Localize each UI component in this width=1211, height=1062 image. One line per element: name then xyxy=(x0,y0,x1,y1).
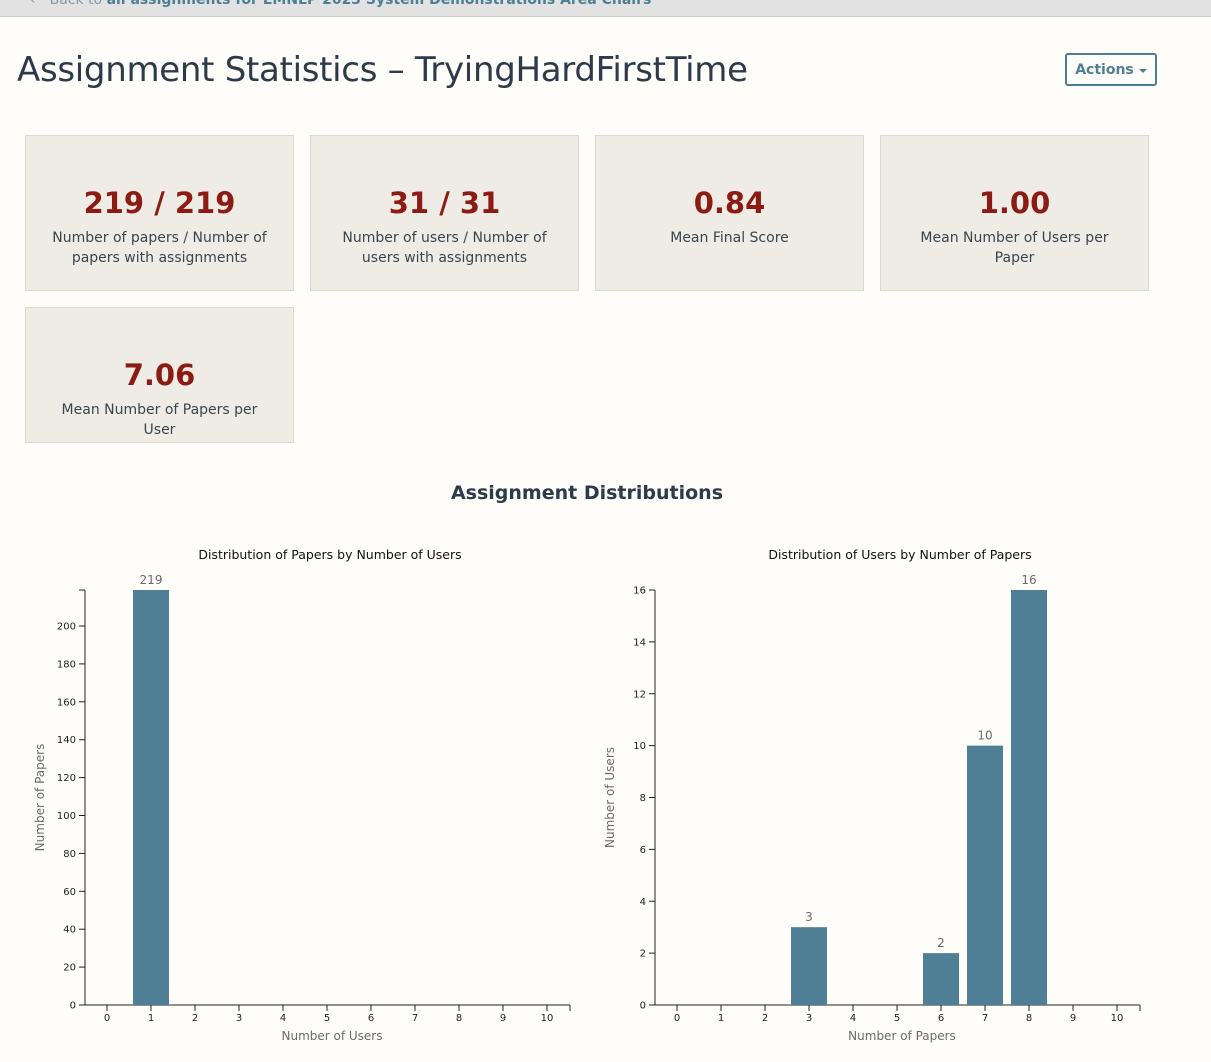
x-tick-label: 3 xyxy=(806,1013,812,1024)
x-tick-label: 3 xyxy=(236,1013,242,1024)
y-tick-label: 20 xyxy=(63,963,76,974)
data-label: 2 xyxy=(937,936,945,950)
y-tick-label: 80 xyxy=(63,849,76,860)
chart-users-by-papers: Distribution of Users by Number of Paper… xyxy=(600,540,1160,1055)
y-tick-label: 100 xyxy=(57,811,76,822)
bar xyxy=(967,745,1003,1005)
stat-value: 219 / 219 xyxy=(83,186,236,220)
actions-button[interactable]: Actions xyxy=(1065,53,1157,86)
x-tick-label: 9 xyxy=(500,1013,506,1024)
x-tick-label: 6 xyxy=(938,1013,944,1024)
x-axis-label: Number of Papers xyxy=(848,1029,956,1043)
y-axis-label: Number of Users xyxy=(603,747,617,848)
y-tick-label: 12 xyxy=(633,689,646,700)
chart-papers-by-users-svg: Distribution of Papers by Number of User… xyxy=(33,547,571,1043)
bar xyxy=(923,953,959,1005)
bar xyxy=(133,590,169,1005)
bar xyxy=(1011,590,1047,1005)
y-tick-label: 8 xyxy=(640,793,646,804)
actions-label: Actions xyxy=(1075,61,1134,78)
x-tick-label: 7 xyxy=(982,1013,988,1024)
x-tick-label: 7 xyxy=(412,1013,418,1024)
chart-papers-by-users: Distribution of Papers by Number of User… xyxy=(30,540,590,1055)
stat-label: Number of users / Number of users with a… xyxy=(342,230,547,266)
x-tick-label: 4 xyxy=(850,1013,856,1024)
y-tick-label: 10 xyxy=(633,741,646,752)
stat-value: 31 / 31 xyxy=(388,186,501,220)
y-tick-label: 120 xyxy=(57,773,76,784)
y-tick-label: 200 xyxy=(57,622,76,633)
page-title: Assignment Statistics – TryingHardFirstT… xyxy=(17,50,748,90)
stat-value: 1.00 xyxy=(978,186,1051,220)
section-title: Assignment Distributions xyxy=(450,482,724,504)
y-tick-label: 180 xyxy=(57,659,76,670)
y-tick-label: 0 xyxy=(640,1001,646,1012)
x-axis-label: Number of Users xyxy=(281,1029,382,1043)
back-prefix: Back to xyxy=(49,0,103,8)
y-tick-label: 0 xyxy=(70,1001,76,1012)
x-tick-label: 4 xyxy=(280,1013,286,1024)
y-tick-label: 60 xyxy=(63,887,76,898)
y-tick-label: 2 xyxy=(640,949,646,960)
x-tick-label: 8 xyxy=(1026,1013,1032,1024)
x-tick-label: 2 xyxy=(192,1013,198,1024)
stat-card-users: 31 / 31 Number of users / Number of user… xyxy=(310,135,579,291)
bar xyxy=(791,927,827,1005)
x-tick-label: 5 xyxy=(324,1013,330,1024)
chevron-left-icon: ‹ xyxy=(30,0,36,8)
x-tick-label: 2 xyxy=(762,1013,768,1024)
stat-card-mean-score: 0.84 Mean Final Score xyxy=(595,135,864,291)
stat-value: 0.84 xyxy=(693,186,766,220)
x-tick-label: 1 xyxy=(148,1013,154,1024)
stat-label: Mean Number of Papers per User xyxy=(61,402,258,438)
stat-label: Mean Number of Users per Paper xyxy=(920,230,1109,266)
x-tick-label: 9 xyxy=(1070,1013,1076,1024)
x-tick-label: 10 xyxy=(1111,1013,1124,1024)
data-label: 3 xyxy=(805,910,813,924)
y-tick-label: 14 xyxy=(633,637,646,648)
caret-down-icon xyxy=(1138,68,1147,73)
y-tick-label: 140 xyxy=(57,735,76,746)
back-link-target[interactable]: all assignments for EMNLP 2023 System De… xyxy=(107,0,652,8)
y-tick-label: 40 xyxy=(63,925,76,936)
data-label: 219 xyxy=(140,573,163,587)
y-tick-label: 4 xyxy=(640,897,646,908)
x-tick-label: 8 xyxy=(456,1013,462,1024)
y-tick-label: 6 xyxy=(640,845,646,856)
y-tick-label: 16 xyxy=(633,586,646,597)
x-tick-label: 0 xyxy=(674,1013,680,1024)
chart-title: Distribution of Users by Number of Paper… xyxy=(768,547,1031,562)
chart-users-by-papers-svg: Distribution of Users by Number of Paper… xyxy=(603,547,1141,1043)
stat-label: Number of papers / Number of papers with… xyxy=(52,230,267,266)
back-link[interactable]: ‹ Back to all assignments for EMNLP 2023 … xyxy=(30,0,651,8)
data-label: 16 xyxy=(1021,573,1036,587)
stat-card-papers: 219 / 219 Number of papers / Number of p… xyxy=(25,135,294,291)
x-tick-label: 1 xyxy=(718,1013,724,1024)
x-tick-label: 5 xyxy=(894,1013,900,1024)
x-tick-label: 6 xyxy=(368,1013,374,1024)
chart-title: Distribution of Papers by Number of User… xyxy=(198,547,461,562)
stat-card-papers-per-user: 7.06 Mean Number of Papers per User xyxy=(25,307,294,443)
x-tick-label: 0 xyxy=(104,1013,110,1024)
stat-card-users-per-paper: 1.00 Mean Number of Users per Paper xyxy=(880,135,1149,291)
y-axis-label: Number of Papers xyxy=(33,744,47,852)
stat-label: Mean Final Score xyxy=(670,230,789,246)
stat-value: 7.06 xyxy=(123,358,196,392)
x-tick-label: 10 xyxy=(541,1013,554,1024)
top-nav-bar: ‹ Back to all assignments for EMNLP 2023 … xyxy=(0,0,1211,17)
data-label: 10 xyxy=(977,729,992,743)
y-tick-label: 160 xyxy=(57,697,76,708)
